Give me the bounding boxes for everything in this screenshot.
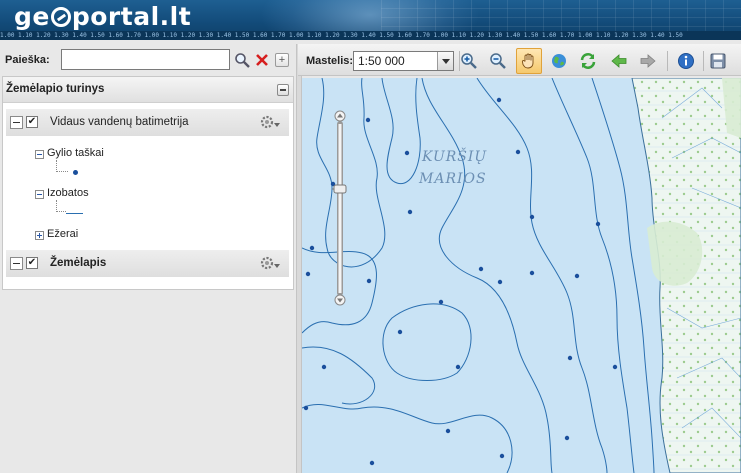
header-ruler: 1.00 1.10 1.20 1.30 1.40 1.50 1.60 1.70 … — [0, 31, 741, 40]
app-header: ge portal.lt 1.00 1.10 1.20 1.30 1.40 1.5… — [0, 0, 741, 40]
search-icon[interactable] — [233, 51, 251, 69]
layers-panel: Žemėlapio turinys ✔ Vidaus vandenų batim… — [2, 76, 294, 290]
forward-arrow-icon[interactable] — [637, 50, 659, 72]
globe-icon[interactable] — [548, 50, 570, 72]
map-canvas[interactable]: KURŠIŲ MARIOS — [302, 78, 741, 473]
layers-panel-title: Žemėlapio turinys — [6, 83, 105, 95]
layer-settings-gear-icon[interactable] — [259, 114, 281, 130]
toolbar-separator — [703, 51, 704, 71]
scale-select[interactable]: 1:50 000 — [353, 51, 454, 71]
back-arrow-icon[interactable] — [608, 50, 630, 72]
sublayer-ezerai[interactable]: Ežerai — [47, 228, 78, 240]
layer-collapse-toggle[interactable] — [10, 257, 23, 270]
logo-suffix: portal.lt — [71, 2, 192, 31]
search-input[interactable] — [61, 49, 230, 70]
search-label: Paieška: — [5, 54, 50, 66]
izobatos-toggle[interactable] — [35, 190, 44, 199]
pan-hand-icon[interactable] — [516, 48, 542, 74]
layer-checkbox[interactable]: ✔ — [26, 116, 38, 128]
depth-point-legend-symbol — [73, 170, 78, 175]
map-water-label-line1: KURŠIŲ — [422, 149, 488, 165]
sublayer-gylio-taskai[interactable]: Gylio taškai — [47, 147, 104, 159]
save-icon[interactable] — [707, 50, 729, 72]
scale-label: Mastelis: — [306, 55, 354, 67]
search-bar: Paieška: + — [0, 48, 296, 74]
map-layer — [302, 78, 741, 473]
layer-row-batimetrija[interactable]: ✔ Vidaus vandenų batimetrija — [6, 109, 289, 136]
isobath-legend-symbol — [66, 213, 83, 214]
sublayer-izobatos[interactable]: Izobatos — [47, 187, 89, 199]
clear-icon[interactable] — [253, 51, 271, 69]
map-water-label-line2: MARIOS — [419, 171, 487, 187]
toolbar-separator — [667, 51, 668, 71]
collapse-panel-button[interactable] — [277, 84, 289, 96]
logo-globe-icon — [50, 7, 71, 27]
ezerai-toggle[interactable] — [35, 231, 44, 240]
scale-value: 1:50 000 — [358, 54, 405, 68]
layer-checkbox[interactable]: ✔ — [26, 257, 38, 269]
layer-label: Žemėlapis — [50, 257, 107, 269]
logo-prefix: ge — [14, 2, 50, 31]
zoom-out-icon[interactable] — [487, 50, 509, 72]
layers-panel-header: Žemėlapio turinys — [3, 77, 293, 103]
tree-connector — [56, 160, 68, 172]
zoom-in-icon[interactable] — [458, 50, 480, 72]
layer-label: Vidaus vandenų batimetrija — [50, 116, 189, 128]
layer-collapse-toggle[interactable] — [10, 116, 23, 129]
add-icon[interactable]: + — [275, 53, 289, 67]
refresh-icon[interactable] — [577, 50, 599, 72]
layer-settings-gear-icon[interactable] — [259, 255, 281, 271]
gylio-taskai-toggle[interactable] — [35, 150, 44, 159]
geoportal-logo[interactable]: ge portal.lt — [14, 2, 191, 31]
tree-connector — [56, 200, 66, 212]
chevron-down-icon[interactable] — [437, 52, 453, 70]
layer-row-zemelapis[interactable]: ✔ Žemėlapis — [6, 250, 289, 277]
info-icon[interactable] — [675, 50, 697, 72]
map-toolbar: Mastelis: 1:50 000 — [298, 44, 741, 76]
